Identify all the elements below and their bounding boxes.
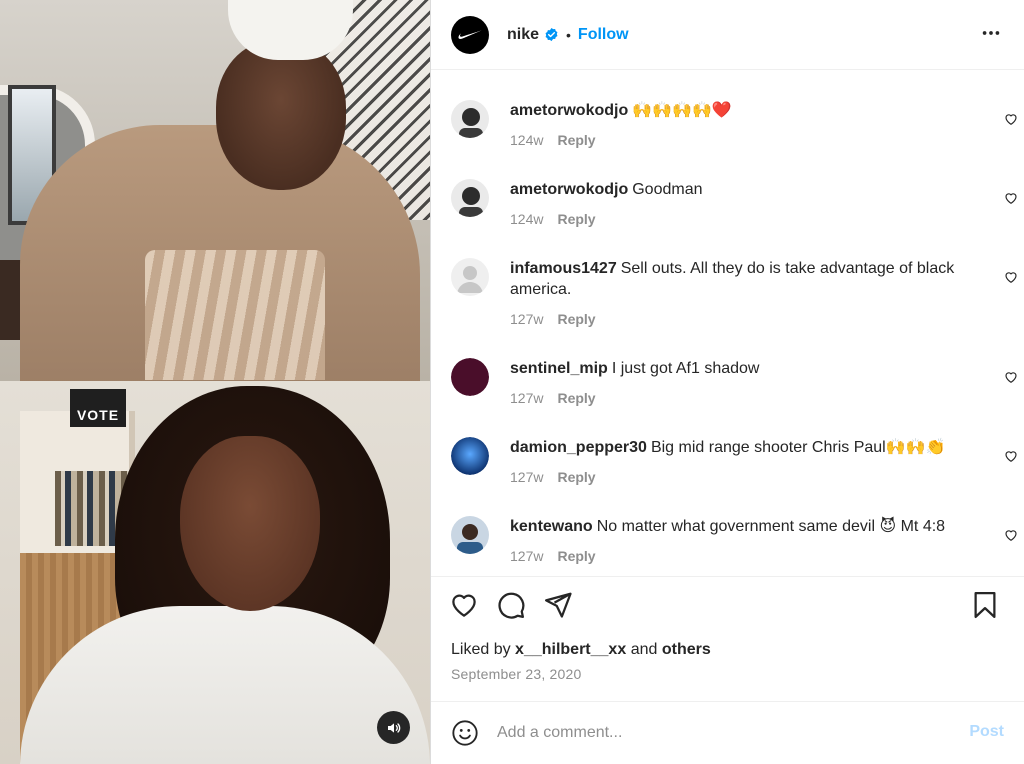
more-options-icon[interactable] [980,22,1002,44]
comment-username[interactable]: sentinel_mip [510,360,608,377]
heart-icon[interactable] [1004,270,1018,284]
comment-username[interactable]: ametorwokodjo [510,181,628,198]
instagram-post: VOTE nike • Follow ametorwokodjo 🙌🙌🙌🙌❤️ … [0,0,1024,764]
comment-bubble-icon[interactable] [496,590,526,620]
commenter-avatar[interactable] [451,100,489,138]
commenter-avatar[interactable] [451,516,489,554]
comment-age: 127w [510,469,544,485]
comment-text: Goodman [632,181,703,198]
liker-username[interactable]: x__hilbert__xx [515,641,626,658]
likes-others-link[interactable]: others [662,641,711,658]
comment-text: No matter what government same devil 😈 M… [596,518,946,535]
heart-icon[interactable] [1004,449,1018,463]
comment-username[interactable]: ametorwokodjo [510,102,628,119]
comment-username[interactable]: infamous1427 [510,260,617,277]
heart-icon[interactable] [1004,112,1018,126]
comment-age: 124w [510,211,544,227]
vote-sign: VOTE [70,389,126,427]
reply-button[interactable]: Reply [557,311,595,327]
comment-input[interactable] [497,724,952,742]
reply-button[interactable]: Reply [557,469,595,485]
post-video[interactable]: VOTE [0,0,430,764]
comment-age: 127w [510,390,544,406]
add-comment-bar: Post [431,701,1024,764]
comment-age: 127w [510,548,544,564]
comments-list[interactable]: ametorwokodjo 🙌🙌🙌🙌❤️ 124w Reply ametorwoko… [431,71,1024,576]
profile-avatar[interactable] [451,15,489,54]
likes-and: and [630,641,658,658]
commenter-avatar[interactable] [451,358,489,396]
comment-text: 🙌🙌🙌🙌❤️ [632,102,732,119]
man-head [216,40,346,190]
divider [431,576,1024,577]
commenter-avatar[interactable] [451,179,489,217]
action-bar [449,590,1009,624]
post-header: nike • Follow [431,0,1024,70]
video-frame-top [0,0,430,381]
heart-icon[interactable] [1004,370,1018,384]
follow-button[interactable]: Follow [578,26,629,44]
post-date: September 23, 2020 [451,666,582,682]
reply-button[interactable]: Reply [557,548,595,564]
default-avatar-icon[interactable] [451,258,489,296]
bookmark-icon[interactable] [970,590,1000,620]
separator-dot: • [566,26,571,43]
post-comment-button[interactable]: Post [969,723,1004,741]
reply-button[interactable]: Reply [557,132,595,148]
heart-icon[interactable] [1004,191,1018,205]
post-username[interactable]: nike [507,26,539,44]
comment-age: 124w [510,132,544,148]
post-details-panel: nike • Follow ametorwokodjo 🙌🙌🙌🙌❤️ 124w Re… [430,0,1024,764]
paper-plane-icon[interactable] [543,590,573,620]
likes-summary: Liked by x__hilbert__xx and others [451,641,711,659]
speaker-icon[interactable] [377,711,410,744]
verified-badge-icon [545,27,558,42]
commenter-avatar[interactable] [451,437,489,475]
comment-text: I just got Af1 shadow [611,360,760,377]
nike-swoosh-icon [458,29,482,39]
hoodie-print [145,250,325,380]
reply-button[interactable]: Reply [557,390,595,406]
reply-button[interactable]: Reply [557,211,595,227]
comment-username[interactable]: kentewano [510,518,593,535]
heart-icon[interactable] [1004,528,1018,542]
likes-prefix: Liked by [451,641,511,658]
woman-face [180,436,320,611]
comment-username[interactable]: damion_pepper30 [510,439,647,456]
comment-age: 127w [510,311,544,327]
video-frame-bottom: VOTE [0,381,430,764]
emoji-icon[interactable] [451,719,479,747]
heart-icon[interactable] [449,590,479,620]
comment-text: Big mid range shooter Chris Paul🙌🙌👏 [650,439,946,456]
